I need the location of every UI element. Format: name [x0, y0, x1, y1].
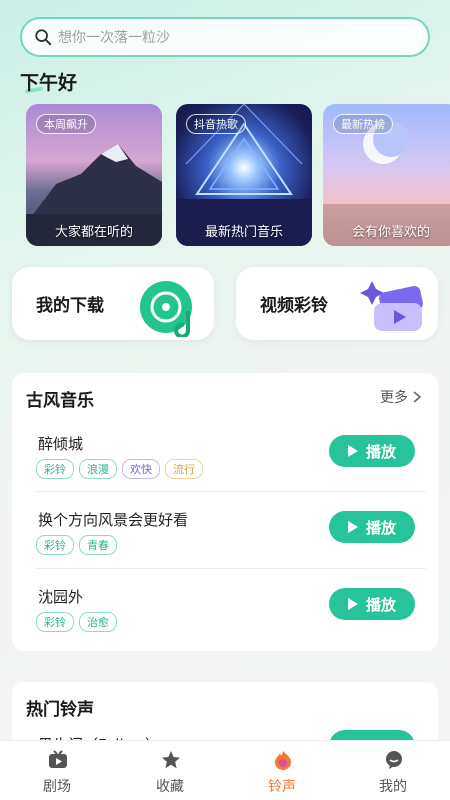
song-row[interactable]: 换个方向风景会更好看 彩铃 青春 播放 [12, 509, 438, 585]
banner-tag: 最新热榜 [333, 114, 393, 134]
divider [36, 568, 426, 569]
greeting-text: 下午好 [20, 72, 78, 94]
tag: 浪漫 [79, 459, 117, 479]
play-label: 播放 [365, 442, 396, 461]
song-tags: 彩铃 治愈 [36, 612, 117, 632]
song-name: 沈园外 [38, 588, 84, 606]
play-icon [347, 445, 358, 457]
song-tags: 彩铃 浪漫 欢快 流行 [36, 459, 203, 479]
search-bar[interactable]: 想你一次落一粒沙 [20, 17, 430, 57]
tag: 流行 [165, 459, 203, 479]
chevron-right-icon [413, 391, 422, 403]
banner-douyin-hot[interactable]: 抖音热歌 最新热门音乐 [176, 104, 312, 246]
tab-label: 我的 [379, 779, 407, 795]
banner-caption: 会有你喜欢的 [351, 225, 430, 240]
song-row[interactable]: 醉倾城 彩铃 浪漫 欢快 流行 播放 [12, 433, 438, 509]
song-name: 换个方向风景会更好看 [38, 511, 189, 529]
more-label: 更多 [380, 390, 408, 406]
disc-music-icon [140, 281, 192, 337]
play-button[interactable]: 播放 [329, 435, 415, 467]
tv-play-icon [49, 750, 67, 768]
bottom-tab-bar: 剧场 收藏 铃声 我的 [0, 740, 450, 800]
song-row[interactable]: 沈园外 彩铃 治愈 播放 [12, 586, 438, 662]
more-link[interactable]: 更多 [380, 387, 422, 407]
banner-caption: 最新热门音乐 [204, 225, 283, 240]
tab-ringtones[interactable]: 铃声 [237, 741, 327, 800]
greeting-title: 下午好 [20, 68, 77, 95]
banner-caption: 大家都在听的 [54, 225, 133, 240]
play-button[interactable]: 播放 [329, 588, 415, 620]
tag: 青春 [79, 535, 117, 555]
divider [36, 491, 426, 492]
play-label: 播放 [365, 595, 396, 614]
chat-bubble-icon [386, 751, 402, 769]
tab-label: 铃声 [268, 779, 296, 795]
banner-tag: 抖音热歌 [186, 114, 246, 134]
play-icon [347, 521, 358, 533]
play-label: 播放 [365, 518, 396, 537]
banner-carousel[interactable]: 本周飙升 大家都在听的 抖音热歌 最新热门音乐 最新热榜 会有你喜欢的 [26, 104, 450, 246]
tab-mine[interactable]: 我的 [348, 741, 438, 800]
flame-music-icon [275, 751, 291, 770]
tab-favorites[interactable]: 收藏 [125, 741, 215, 800]
tag: 欢快 [122, 459, 160, 479]
search-icon [35, 29, 52, 46]
banner-tag: 本周飙升 [36, 114, 96, 134]
ancient-style-music-section: 古风音乐 更多 醉倾城 彩铃 浪漫 欢快 流行 播放 换个方向风景会更好看 彩铃… [12, 373, 438, 651]
tag: 治愈 [79, 612, 117, 632]
section-title: 古风音乐 [26, 391, 94, 411]
video-play-icon [360, 281, 423, 331]
song-tags: 彩铃 青春 [36, 535, 117, 555]
video-ringtone-button[interactable]: 视频彩铃 [236, 267, 438, 340]
search-placeholder: 想你一次落一粒沙 [58, 30, 170, 46]
tab-label: 剧场 [43, 779, 71, 795]
tab-label: 收藏 [156, 779, 184, 795]
tab-theater[interactable]: 剧场 [12, 741, 102, 800]
my-downloads-label: 我的下载 [36, 296, 104, 316]
tag: 彩铃 [36, 459, 74, 479]
play-icon [347, 598, 358, 610]
section-title: 热门铃声 [26, 700, 94, 720]
my-downloads-button[interactable]: 我的下载 [12, 267, 214, 340]
banner-weekly-rising[interactable]: 本周飙升 大家都在听的 [26, 104, 162, 246]
play-button[interactable]: 播放 [329, 511, 415, 543]
star-icon [162, 751, 180, 769]
banner-latest-chart[interactable]: 最新热榜 会有你喜欢的 [323, 104, 450, 246]
song-name: 醉倾城 [38, 435, 84, 453]
tag: 彩铃 [36, 612, 74, 632]
tag: 彩铃 [36, 535, 74, 555]
video-ringtone-label: 视频彩铃 [260, 296, 328, 316]
